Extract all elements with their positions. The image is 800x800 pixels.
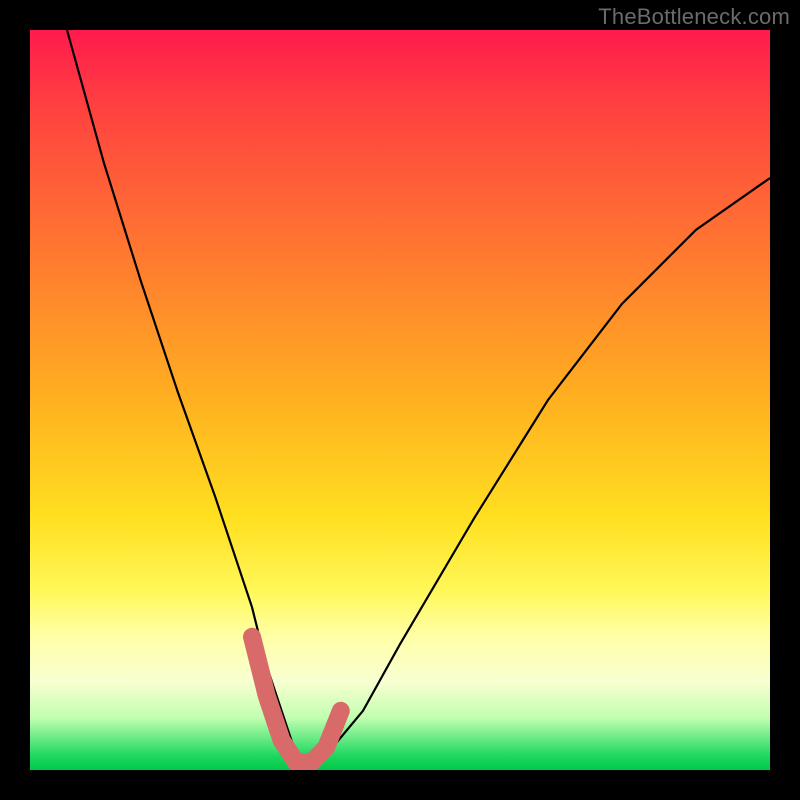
bottleneck-curve xyxy=(67,30,770,770)
chart-frame: TheBottleneck.com xyxy=(0,0,800,800)
plot-area xyxy=(30,30,770,770)
curve-layer xyxy=(30,30,770,770)
highlight-segment xyxy=(252,637,341,763)
watermark-text: TheBottleneck.com xyxy=(598,4,790,30)
